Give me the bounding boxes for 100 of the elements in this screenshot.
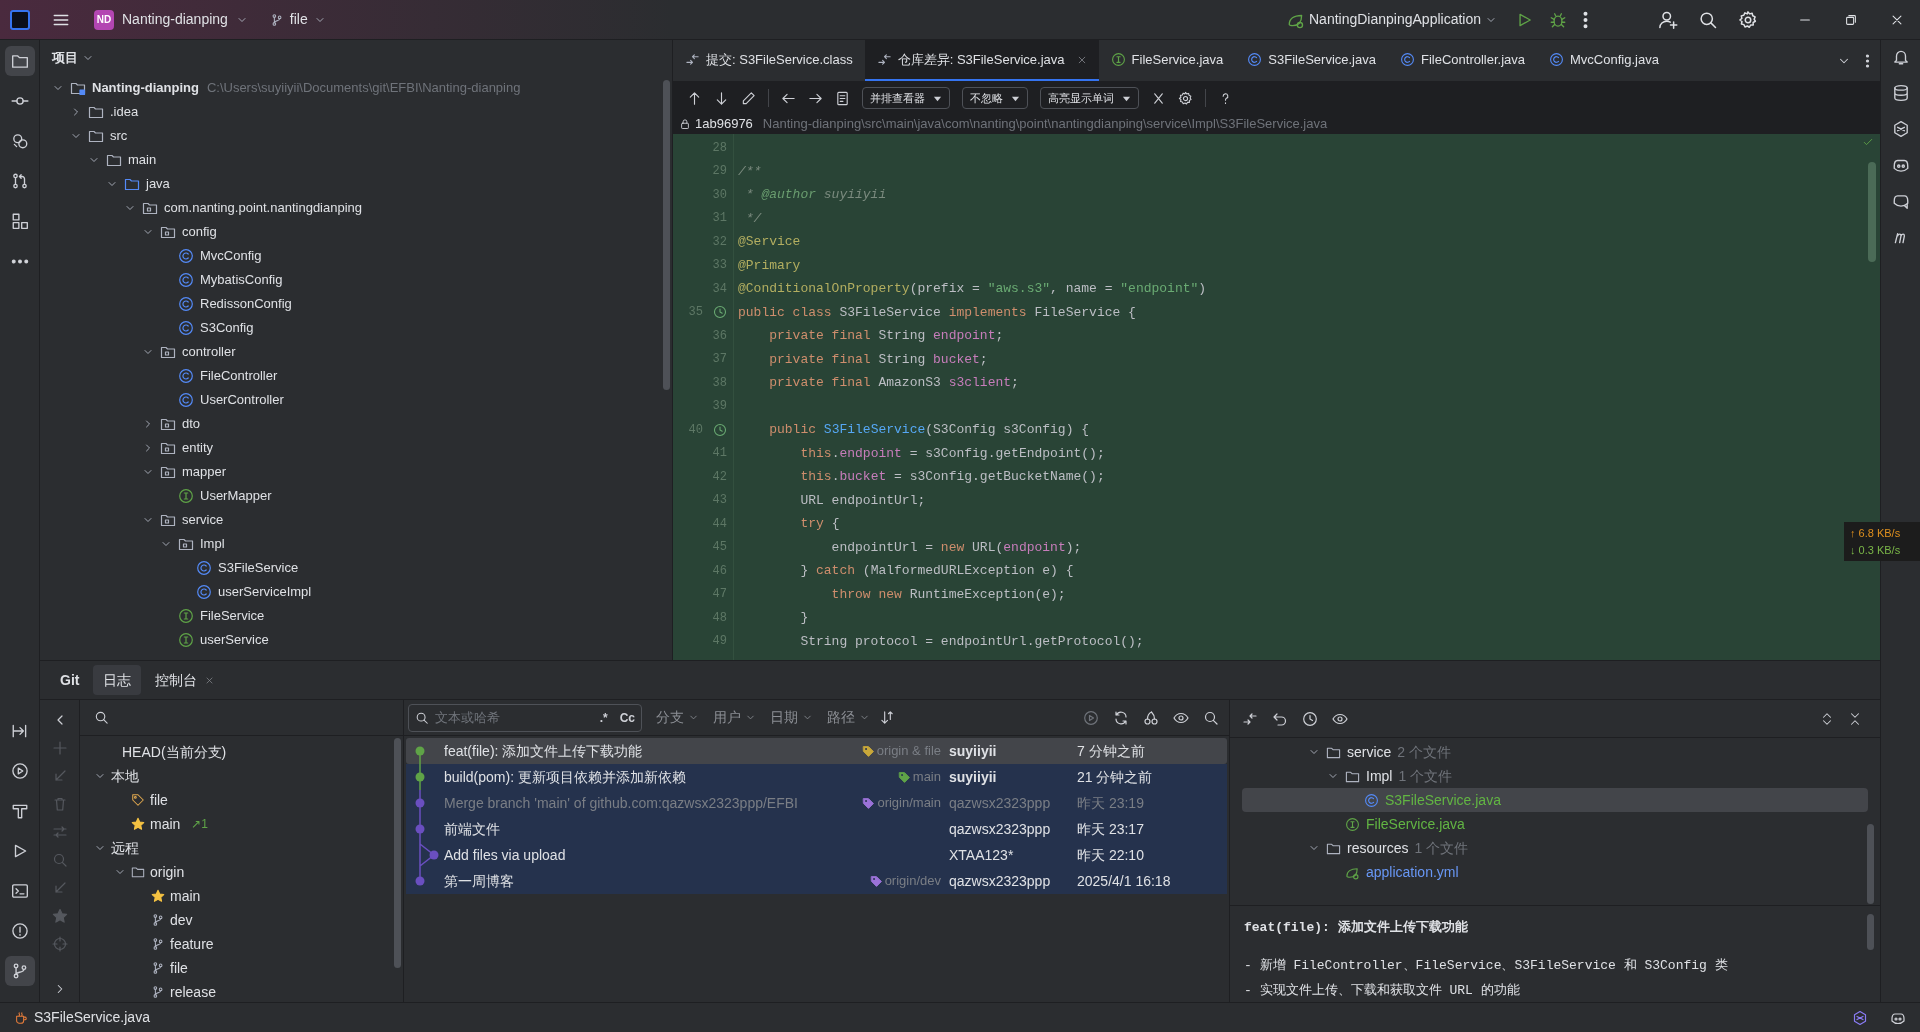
branch-row[interactable]: feature [80, 932, 403, 956]
branch-row[interactable]: main ↗1 [80, 812, 403, 836]
editor-tab[interactable]: 提交: S3FileService.class [673, 40, 865, 81]
panel-tab[interactable]: 控制台 [145, 665, 225, 695]
run-configuration-selector[interactable]: NantingDianpingApplication [1283, 5, 1501, 34]
branch-row[interactable]: HEAD(当前分支) [80, 740, 403, 764]
filter-dropdown[interactable]: 用户 [713, 707, 756, 728]
commit-row[interactable]: feat(file): 添加文件上传下载功能 origin & file suyiiyii 7 分钟之前 [406, 738, 1227, 764]
star-icon[interactable] [51, 908, 68, 924]
tree-row[interactable]: userServiceImpl [40, 580, 672, 604]
filter-dropdown[interactable]: 日期 [770, 707, 813, 728]
commit-row[interactable]: Add files via upload XTAA123* 昨天 22:10 [406, 842, 1227, 868]
filter-dropdown[interactable]: 分支 [656, 707, 699, 728]
tree-row[interactable]: mapper [40, 460, 672, 484]
cherry-icon[interactable] [1143, 709, 1159, 726]
scrollbar-thumb[interactable] [1868, 162, 1876, 262]
branch-row[interactable]: release [80, 980, 403, 1004]
panel-tab[interactable]: Git [50, 665, 90, 695]
commit-row[interactable]: 前端文件 qazwsx2323ppp 昨天 23:17 [406, 816, 1227, 842]
scrollbar-thumb[interactable] [663, 80, 670, 390]
scrollbar-thumb[interactable] [1867, 914, 1874, 950]
branch-row[interactable]: file [80, 956, 403, 980]
changed-file-row[interactable]: resources 1 个文件 [1242, 836, 1868, 860]
scrollbar-thumb[interactable] [1867, 824, 1874, 904]
editor-tab[interactable]: FileService.java [1098, 40, 1236, 81]
scrollbar-thumb[interactable] [394, 738, 401, 968]
tree-row[interactable]: com.nanting.point.nantingdianping [40, 196, 672, 220]
tree-row[interactable]: FileController [40, 364, 672, 388]
settings-icon[interactable] [1738, 9, 1758, 30]
tree-row[interactable]: Nanting-dianping C:\Users\suyiiyii\Documents\git\EFBI\Nanting-dianping [40, 76, 672, 100]
bell-icon[interactable] [1891, 48, 1910, 66]
tree-row[interactable]: entity [40, 436, 672, 460]
hexagon-icon[interactable] [1891, 120, 1910, 138]
restore-icon[interactable] [1844, 12, 1858, 27]
branch-selector[interactable]: file [265, 5, 330, 34]
editor-tab[interactable]: FileController.java [1387, 40, 1537, 81]
add-user-icon[interactable] [1658, 9, 1678, 30]
editor-tab[interactable]: MvcConfig.java [1537, 40, 1671, 81]
tool-window-button[interactable] [4, 46, 35, 76]
changed-file-row[interactable]: application.yml [1242, 860, 1868, 884]
commit-row[interactable]: 第一周博客 origin/dev qazwsx2323ppp 2025/4/1 16:18 [406, 868, 1227, 894]
play-icon[interactable] [1083, 709, 1099, 726]
tree-row[interactable]: userService [40, 628, 672, 652]
search-field[interactable]: 文本或哈希 .* Cc [408, 703, 642, 732]
status-file-name[interactable]: S3FileService.java [34, 1007, 150, 1028]
expand-icon[interactable] [1820, 711, 1834, 726]
dropdown[interactable]: 并排查看器 [862, 87, 950, 109]
changed-file-row[interactable]: Impl 1 个文件 [1242, 764, 1868, 788]
gutter-marker-icon[interactable] [713, 422, 727, 437]
branch-row[interactable]: main [80, 884, 403, 908]
more-icon[interactable] [1583, 10, 1588, 29]
tree-row[interactable]: S3Config [40, 316, 672, 340]
tree-row[interactable]: Impl [40, 532, 672, 556]
robot-chat-icon[interactable] [1891, 192, 1910, 210]
tool-window-button[interactable] [4, 956, 35, 986]
changed-file-row[interactable]: FileService.java [1242, 812, 1868, 836]
changed-file-row[interactable]: S3FileService.java [1242, 788, 1868, 812]
search-icon[interactable] [94, 710, 109, 725]
branch-row[interactable]: origin [80, 860, 403, 884]
gutter-marker-icon[interactable] [713, 305, 727, 320]
tree-row[interactable]: controller [40, 340, 672, 364]
more-icon[interactable] [1865, 53, 1870, 68]
branch-row[interactable]: 本地 [80, 764, 403, 788]
tree-row[interactable]: FileService [40, 604, 672, 628]
tree-row[interactable]: config [40, 220, 672, 244]
filter-dropdown[interactable]: 路径 [827, 707, 870, 728]
pencil-icon[interactable] [741, 90, 756, 106]
tree-row[interactable]: main [40, 148, 672, 172]
tree-row[interactable]: .idea [40, 100, 672, 124]
tree-row[interactable]: service [40, 508, 672, 532]
dropdown[interactable]: 高亮显示单词 [1040, 87, 1139, 109]
tree-row[interactable]: MvcConfig [40, 244, 672, 268]
branch-row[interactable]: dev [80, 908, 403, 932]
refresh-icon[interactable] [1113, 709, 1129, 726]
tree-row[interactable]: RedissonConfig [40, 292, 672, 316]
regex-toggle[interactable]: .* [599, 708, 608, 727]
tree-row[interactable]: src [40, 124, 672, 148]
match-case-toggle[interactable]: Cc [619, 708, 635, 727]
project-selector[interactable]: ND Nanting-dianping [90, 5, 252, 34]
editor-tab[interactable]: S3FileService.java [1235, 40, 1388, 81]
commit-row[interactable]: build(pom): 更新项目依赖并添加新依赖 main suyiiyii 21 分钟之前 [406, 764, 1227, 790]
hexagon-icon[interactable] [1852, 1009, 1868, 1026]
down-arrow-icon[interactable] [714, 90, 729, 106]
bug-icon[interactable] [1549, 10, 1567, 29]
dropdown[interactable]: 不忽略 [962, 87, 1028, 109]
search-icon[interactable] [1203, 709, 1219, 726]
changed-file-row[interactable]: service 2 个文件 [1242, 740, 1868, 764]
panel-title-dropdown[interactable]: 项目 [52, 48, 94, 68]
tree-row[interactable]: UserMapper [40, 484, 672, 508]
collapse-icon[interactable] [1848, 711, 1862, 726]
up-arrow-icon[interactable] [687, 90, 702, 106]
document-icon[interactable] [835, 90, 850, 106]
database-icon[interactable] [1891, 84, 1910, 102]
sort-icon[interactable] [880, 710, 895, 725]
tree-row[interactable]: dto [40, 412, 672, 436]
collapse-icon[interactable] [1151, 90, 1166, 106]
tree-row[interactable]: S3FileService [40, 556, 672, 580]
branch-row[interactable]: file [80, 788, 403, 812]
settings-icon[interactable] [1178, 90, 1193, 106]
history-icon[interactable] [1302, 710, 1318, 727]
